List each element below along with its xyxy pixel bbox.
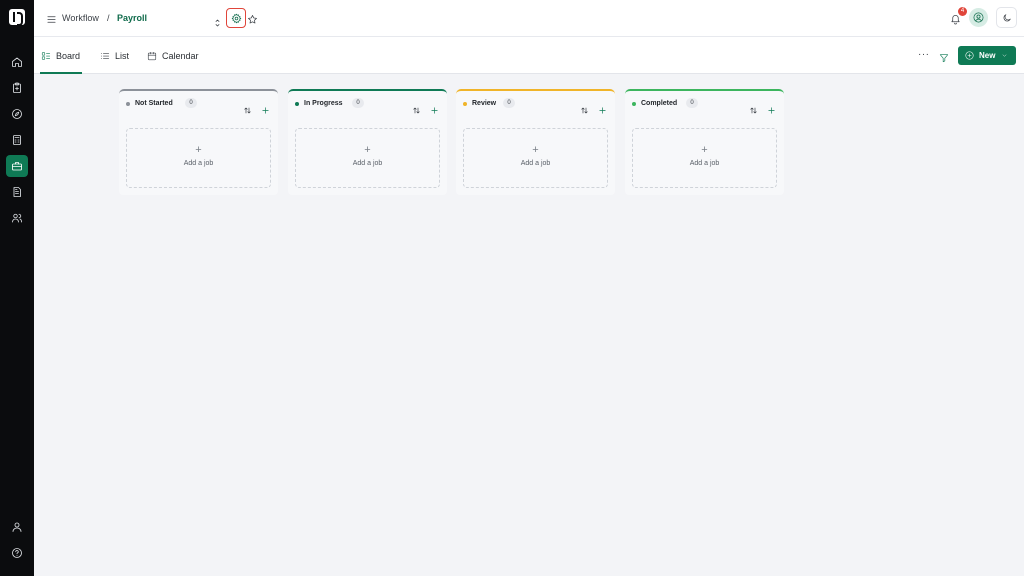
user-icon (12, 522, 22, 532)
new-button-label: New (979, 51, 996, 60)
sidebar (0, 0, 34, 576)
status-dot (295, 102, 299, 106)
column-not-started: Not Started 0 + Add a job (119, 89, 278, 195)
add-job-label: Add a job (352, 160, 383, 167)
breadcrumb-root[interactable]: Workflow (62, 12, 99, 24)
status-dot (632, 102, 636, 106)
add-job-card[interactable]: + Add a job (295, 128, 440, 188)
tab-calendar-label: Calendar (162, 51, 199, 61)
sort-icon[interactable] (581, 101, 588, 114)
sort-icon[interactable] (244, 101, 251, 114)
breadcrumb-current: Payroll (117, 13, 148, 23)
column-title: Completed (641, 100, 678, 107)
home-icon (12, 57, 22, 67)
calculator-icon (13, 135, 21, 145)
add-job-label: Add a job (183, 160, 214, 167)
clipboard-icon (13, 82, 21, 93)
board-icon (41, 52, 51, 60)
column-header: Review 0 (456, 91, 615, 117)
gear-icon (231, 13, 241, 23)
count-badge: 0 (686, 98, 698, 108)
top-bar: Workflow / Payroll 4 (34, 0, 1024, 37)
count-badge: 0 (185, 98, 197, 108)
briefcase-icon (12, 162, 22, 171)
sidebar-item-calculator[interactable] (6, 129, 28, 151)
switch-workflow-icon[interactable] (215, 14, 220, 27)
column-header: Completed 0 (625, 91, 784, 117)
logo-icon[interactable] (9, 9, 25, 26)
count-badge: 0 (352, 98, 364, 108)
star-icon[interactable] (247, 12, 258, 24)
sort-icon[interactable] (413, 101, 420, 114)
sidebar-item-users[interactable] (6, 207, 28, 229)
column-title: Review (472, 100, 497, 107)
tab-list-label: List (115, 51, 130, 61)
compass-icon (12, 109, 22, 119)
active-tab-indicator (40, 72, 82, 74)
add-icon[interactable] (431, 101, 438, 114)
add-job-card[interactable]: + Add a job (126, 128, 271, 188)
sort-icon[interactable] (750, 101, 757, 114)
column-review: Review 0 + Add a job (456, 89, 615, 195)
sidebar-item-compass[interactable] (6, 103, 28, 125)
menu-icon[interactable] (46, 12, 57, 23)
sidebar-item-document[interactable] (6, 181, 28, 203)
sidebar-item-home[interactable] (6, 51, 28, 73)
sidebar-item-briefcase[interactable] (6, 155, 28, 177)
column-title: Not Started (135, 100, 173, 107)
tab-board[interactable]: Board (41, 49, 80, 63)
tab-list[interactable]: List (100, 49, 129, 63)
add-icon[interactable] (262, 101, 269, 114)
chevron-down-icon (1003, 54, 1007, 57)
moon-icon (1003, 13, 1011, 21)
add-icon[interactable] (599, 101, 606, 114)
new-button[interactable]: New (958, 46, 1016, 65)
filter-icon[interactable] (939, 50, 949, 63)
more-options-button[interactable]: ··· (918, 49, 930, 61)
sidebar-item-clipboard[interactable] (6, 77, 28, 99)
column-completed: Completed 0 + Add a job (625, 89, 784, 195)
help-icon (12, 548, 22, 558)
document-icon (13, 187, 21, 197)
plus-icon: + (364, 144, 371, 156)
column-header: In Progress 0 (288, 91, 447, 117)
status-dot (126, 102, 130, 106)
notification-badge: 4 (958, 7, 967, 16)
status-dot (463, 102, 467, 106)
column-in-progress: In Progress 0 + Add a job (288, 89, 447, 195)
count-badge: 0 (503, 98, 515, 108)
plus-circle-icon (965, 51, 974, 60)
add-job-label: Add a job (689, 160, 720, 167)
sidebar-item-help[interactable] (6, 542, 28, 564)
list-icon (100, 53, 110, 59)
tab-calendar[interactable]: Calendar (147, 49, 199, 63)
sidebar-item-profile[interactable] (6, 516, 28, 538)
add-job-card[interactable]: + Add a job (632, 128, 777, 188)
plus-icon: + (701, 144, 708, 156)
breadcrumb-separator: / (107, 13, 110, 23)
add-icon[interactable] (768, 101, 775, 114)
avatar[interactable] (969, 8, 988, 27)
view-bar: Board List Calendar ··· New (34, 37, 1024, 74)
add-job-label: Add a job (520, 160, 551, 167)
settings-button[interactable] (226, 8, 246, 28)
plus-icon: + (195, 144, 202, 156)
theme-toggle-button[interactable] (996, 7, 1017, 28)
users-icon (12, 213, 22, 223)
plus-icon: + (532, 144, 539, 156)
user-circle-icon (973, 12, 984, 23)
tab-board-label: Board (56, 51, 81, 61)
calendar-icon (147, 51, 157, 61)
column-header: Not Started 0 (119, 91, 278, 117)
add-job-card[interactable]: + Add a job (463, 128, 608, 188)
column-title: In Progress (304, 100, 343, 107)
